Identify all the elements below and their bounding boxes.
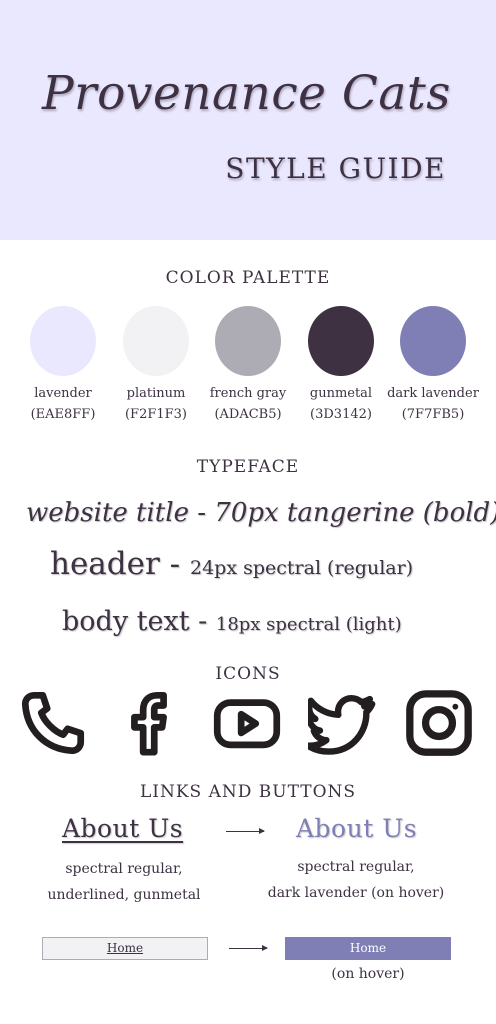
- swatch-hex: (7F7FB5): [401, 407, 465, 422]
- swatch-dot: [30, 306, 96, 376]
- body-text-sample: body text - 18px spectral (light): [62, 606, 402, 637]
- links-buttons-heading: LINKS AND BUTTONS: [139, 782, 357, 802]
- swatch-gunmetal: gunmetal (3D3142): [293, 306, 389, 426]
- link-normal-description: spectral regular, underlined, gunmetal: [24, 856, 224, 908]
- style-guide-subtitle: STYLE GUIDE: [225, 152, 446, 185]
- twitter-icon[interactable]: [308, 688, 378, 758]
- social-icons-row: [0, 688, 496, 760]
- swatch-dot: [308, 306, 374, 376]
- home-button[interactable]: Home: [42, 937, 208, 960]
- about-us-link-hover[interactable]: About Us: [296, 814, 417, 843]
- typeface-heading: TYPEFACE: [196, 457, 300, 477]
- swatch-name: french gray: [209, 386, 287, 401]
- youtube-icon[interactable]: [212, 688, 282, 758]
- link-hover-description: spectral regular, dark lavender (on hove…: [256, 854, 456, 906]
- color-palette-heading: COLOR PALETTE: [165, 268, 331, 288]
- color-swatches: lavender (EAE8FF) platinum (F2F1F3) fren…: [0, 306, 496, 436]
- swatch-platinum: platinum (F2F1F3): [108, 306, 204, 426]
- desc-line: dark lavender (on hover): [267, 885, 445, 901]
- swatch-hex: (EAE8FF): [30, 407, 96, 422]
- instagram-icon[interactable]: [404, 688, 474, 758]
- desc-line: spectral regular,: [297, 859, 415, 875]
- header-sample-label: header -: [50, 546, 181, 582]
- about-us-link[interactable]: About Us: [62, 814, 183, 843]
- body-sample-spec: 18px spectral (light): [215, 614, 402, 635]
- swatch-french-gray: french gray (ADACB5): [200, 306, 296, 426]
- home-button-hover[interactable]: Home: [285, 937, 451, 960]
- phone-icon[interactable]: [18, 688, 88, 758]
- swatch-name: lavender: [34, 386, 92, 401]
- swatch-dot: [400, 306, 466, 376]
- brand-title: Provenance Cats: [42, 66, 451, 121]
- facebook-icon[interactable]: [114, 688, 184, 758]
- swatch-name: dark lavender: [387, 386, 479, 401]
- website-title-sample: website title - 70px tangerine (bold): [26, 498, 496, 528]
- hover-note: (on hover): [331, 966, 405, 982]
- desc-line: underlined, gunmetal: [47, 887, 201, 903]
- swatch-dark-lavender: dark lavender (7F7FB5): [385, 306, 481, 426]
- swatch-hex: (F2F1F3): [124, 407, 188, 422]
- arrow-right-icon: [226, 828, 265, 834]
- swatch-dot: [123, 306, 189, 376]
- header-sample-spec: 24px spectral (regular): [190, 557, 414, 579]
- desc-line: spectral regular,: [65, 861, 183, 877]
- body-sample-label: body text -: [62, 606, 208, 637]
- swatch-dot: [215, 306, 281, 376]
- swatch-lavender: lavender (EAE8FF): [15, 306, 111, 426]
- swatch-name: platinum: [126, 386, 186, 401]
- icons-heading: ICONS: [215, 664, 281, 684]
- header-sample: header - 24px spectral (regular): [50, 546, 413, 582]
- hero-banner: Provenance Cats STYLE GUIDE: [0, 0, 496, 240]
- arrow-right-icon: [229, 945, 268, 951]
- swatch-name: gunmetal: [309, 386, 373, 401]
- swatch-hex: (3D3142): [310, 407, 372, 422]
- swatch-hex: (ADACB5): [214, 407, 282, 422]
